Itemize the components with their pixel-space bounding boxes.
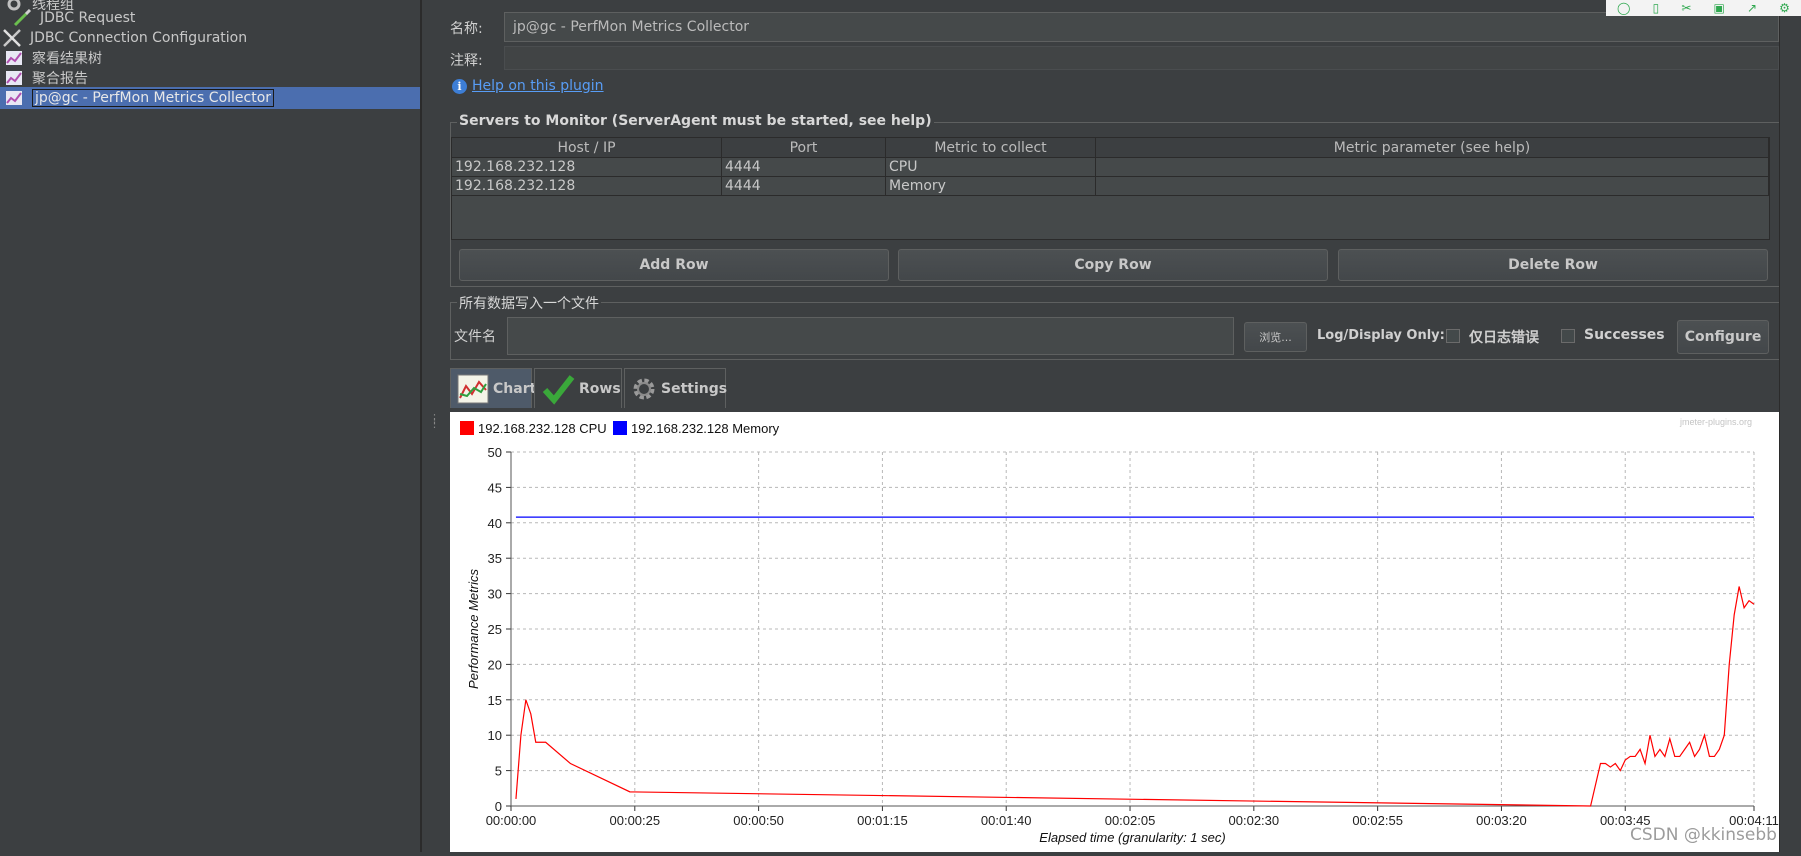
scissors-icon[interactable]: ✂ (1681, 1, 1691, 15)
help-link[interactable]: Help on this plugin (472, 78, 604, 94)
help-link-row: i Help on this plugin (452, 78, 604, 94)
csdn-watermark: CSDN @kkinsebb (1630, 825, 1777, 845)
add-row-button[interactable]: Add Row (459, 249, 889, 281)
errors-only-checkbox[interactable] (1446, 329, 1460, 343)
perfmon-chart: 0 5 10 15 20 25 30 35 40 45 50 00:00:00 00:00:25 00:0… (460, 417, 1779, 845)
column-header-metric[interactable]: Metric to collect (886, 138, 1096, 158)
tree-item-perfmon-collector[interactable]: jp@gc - PerfMon Metrics Collector (0, 87, 420, 109)
copy-row-button[interactable]: Copy Row (898, 249, 1328, 281)
filename-input[interactable] (507, 317, 1234, 355)
x-tick-label: 00:02:05 (1105, 813, 1156, 828)
y-tick-label: 35 (488, 551, 502, 566)
tree-item-label: JDBC Request (40, 10, 136, 26)
tree-item-label: 察看结果树 (32, 51, 102, 67)
chart-watermark: jmeter-plugins.org (1679, 417, 1752, 427)
x-tick-label: 00:01:15 (857, 813, 908, 828)
tree-item-label: jp@gc - PerfMon Metrics Collector (32, 89, 275, 107)
test-plan-tree: 线程组 JDBC Request JDBC Connection Configu… (0, 0, 421, 852)
table-cell[interactable] (1096, 158, 1769, 177)
tab-label: Settings (661, 380, 728, 397)
column-header-metric-param[interactable]: Metric parameter (see help) (1096, 138, 1769, 158)
y-axis-label: Performance Metrics (466, 569, 481, 689)
tree-item-aggregate-report[interactable]: 聚合报告 (4, 67, 88, 89)
table-cell[interactable]: 192.168.232.128 (452, 158, 722, 177)
y-tick-label: 20 (488, 657, 502, 672)
log-display-label: Log/Display Only: (1317, 328, 1445, 343)
y-tick-label: 5 (495, 764, 502, 779)
save-icon[interactable]: ▣ (1713, 1, 1724, 15)
delete-row-button[interactable]: Delete Row (1338, 249, 1768, 281)
copy-icon[interactable]: ▯ (1653, 1, 1660, 15)
legend-label: 192.168.232.128 Memory (631, 421, 780, 436)
column-header-host[interactable]: Host / IP (452, 138, 722, 158)
y-tick-label: 0 (495, 799, 502, 814)
file-group-title: 所有数据写入一个文件 (457, 293, 601, 313)
legend-swatch (460, 421, 474, 435)
column-header-port[interactable]: Port (722, 138, 886, 158)
configure-button[interactable]: Configure (1677, 320, 1769, 354)
comment-field[interactable] (504, 46, 1779, 70)
y-tick-label: 50 (488, 445, 502, 460)
y-tick-label: 25 (488, 622, 502, 637)
x-tick-label: 00:00:25 (610, 813, 661, 828)
tree-item-view-results-tree[interactable]: 察看结果树 (4, 47, 102, 69)
search-icon[interactable]: ◯ (1617, 1, 1630, 15)
x-axis-label: Elapsed time (granularity: 1 sec) (1039, 830, 1225, 845)
settings-icon[interactable]: ⚙ (1779, 1, 1790, 15)
splitter-handle[interactable]: ⋮ ⋮ (421, 0, 445, 852)
table-cell[interactable]: Memory (886, 177, 1096, 196)
table-cell[interactable] (1096, 177, 1769, 196)
graph-icon (4, 49, 24, 67)
tree-item-jdbc-connection-config[interactable]: JDBC Connection Configuration (2, 27, 247, 49)
right-scroll-strip (1779, 16, 1801, 852)
name-field[interactable]: jp@gc - PerfMon Metrics Collector (504, 12, 1779, 42)
errors-only-label: 仅日志错误 (1469, 330, 1539, 346)
tree-item-label: 聚合报告 (32, 71, 88, 87)
tab-label: Rows (579, 380, 621, 397)
tools-icon (2, 29, 22, 47)
graph-icon (4, 69, 24, 87)
chart-icon (457, 374, 489, 404)
successes-label: Successes (1584, 327, 1665, 343)
grip-icon: ⋮ ⋮ (429, 412, 440, 430)
table-cell[interactable]: 192.168.232.128 (452, 177, 722, 196)
y-tick-label: 10 (488, 728, 502, 743)
y-tick-label: 15 (488, 693, 502, 708)
x-tick-label: 00:00:50 (733, 813, 784, 828)
share-icon[interactable]: ↗ (1747, 1, 1757, 15)
chart-panel: 0 5 10 15 20 25 30 35 40 45 50 00:00:00 00:00:25 00:0… (450, 412, 1779, 852)
graph-icon (4, 89, 24, 107)
table-cell[interactable]: CPU (886, 158, 1096, 177)
filename-label: 文件名 (454, 329, 496, 345)
tree-item-label: JDBC Connection Configuration (30, 30, 248, 46)
servers-group-title: Servers to Monitor (ServerAgent must be … (457, 113, 934, 129)
tab-chart[interactable]: Chart (450, 368, 536, 408)
gear-icon (631, 376, 657, 402)
y-tick-label: 40 (488, 516, 502, 531)
tab-settings[interactable]: Settings (624, 368, 728, 408)
y-tick-label: 30 (488, 587, 502, 602)
legend-label: 192.168.232.128 CPU (478, 421, 607, 436)
tab-label: Chart (493, 380, 537, 397)
checkmark-icon (541, 372, 575, 406)
comment-label: 注释: (450, 53, 483, 69)
legend-swatch (613, 421, 627, 435)
tree-item-jdbc-request[interactable]: JDBC Request (12, 7, 135, 29)
y-tick-label: 45 (488, 480, 502, 495)
servers-table[interactable]: Host / IP Port Metric to collect Metric … (451, 137, 1770, 240)
x-tick-label: 00:02:30 (1229, 813, 1280, 828)
info-icon: i (452, 78, 467, 94)
successes-checkbox[interactable] (1561, 329, 1575, 343)
x-tick-label: 00:01:40 (981, 813, 1032, 828)
name-label: 名称: (450, 21, 483, 37)
browse-button[interactable]: 浏览... (1244, 322, 1307, 352)
table-cell[interactable]: 4444 (722, 158, 886, 177)
table-cell[interactable]: 4444 (722, 177, 886, 196)
pipette-icon (12, 9, 32, 27)
x-tick-label: 00:00:00 (486, 813, 537, 828)
tab-rows[interactable]: Rows (534, 368, 622, 408)
floating-toolbar: ◯ ▯ ✂ ▣ ↗ ⚙ (1606, 0, 1801, 16)
x-tick-label: 00:03:20 (1476, 813, 1527, 828)
x-tick-label: 00:02:55 (1352, 813, 1403, 828)
